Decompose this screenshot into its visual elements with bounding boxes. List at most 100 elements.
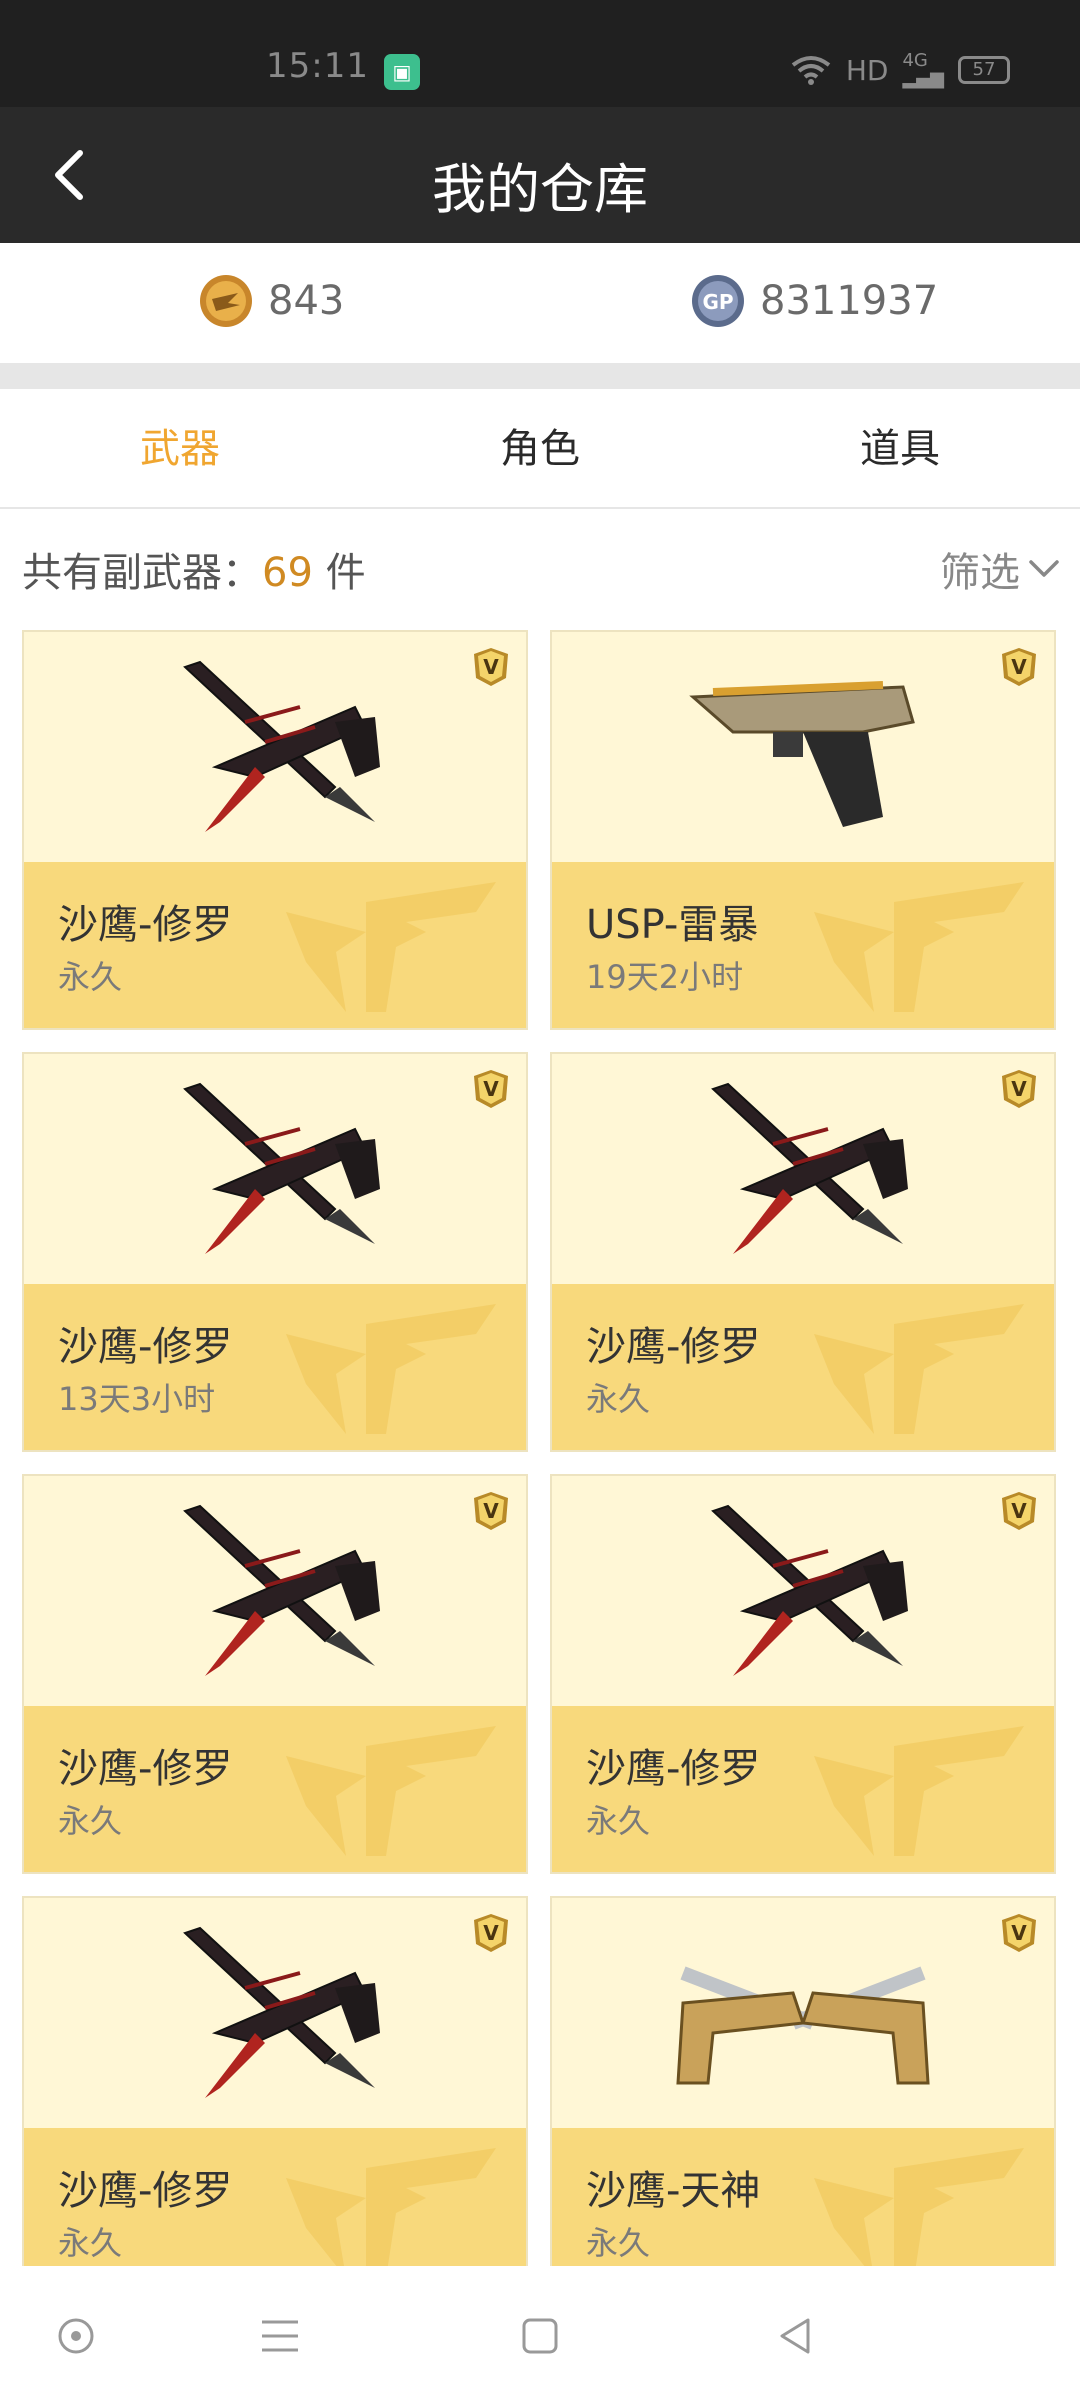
item-duration: 永久 (58, 2224, 123, 2262)
card-info: 沙鹰-修罗 永久 (552, 1706, 1054, 1872)
item-name: USP-雷暴 (586, 902, 759, 948)
square-icon (522, 2318, 558, 2354)
dark-pistol-blade-icon (711, 1504, 908, 1676)
count-suffix: 件 (312, 550, 366, 596)
vip-badge-icon: V (474, 648, 508, 686)
tab-items[interactable]: 道具 (720, 389, 1080, 507)
gp-points: GP 8311937 (690, 273, 938, 329)
system-nav-bar (0, 2266, 1080, 2400)
item-card[interactable]: V 沙鹰-修罗 13天3小时 (22, 1052, 528, 1452)
weapon-image (552, 1054, 1054, 1284)
filter-button[interactable]: 筛选 (940, 540, 1060, 598)
item-name: 沙鹰-修罗 (58, 902, 233, 948)
vip-badge-icon: V (1002, 1914, 1036, 1952)
status-bar: 15:11 ▣ HD 4G ▂▄▆ 57 (0, 0, 1080, 107)
svg-text:V: V (483, 1077, 499, 1101)
circle-dot-icon (58, 2318, 94, 2354)
gold-pistol-icon (689, 681, 915, 827)
card-info: USP-雷暴 19天2小时 (552, 862, 1054, 1028)
cf-logo-watermark (286, 1726, 496, 1856)
wifi-icon (791, 56, 831, 85)
item-card[interactable]: V 沙鹰-修罗 永久 (22, 1474, 528, 1874)
app-notification-icon: ▣ (384, 54, 420, 90)
vip-badge-icon: V (1002, 648, 1036, 686)
item-card[interactable]: V 沙鹰-修罗 永久 (550, 1052, 1056, 1452)
item-duration: 19天2小时 (586, 958, 744, 996)
cf-logo-watermark (814, 1304, 1024, 1434)
item-duration: 永久 (586, 2224, 651, 2262)
category-tabs: 武器 角色 道具 (0, 389, 1080, 509)
weapon-image (24, 632, 526, 862)
cf-logo-watermark (286, 2148, 496, 2266)
cf-logo-watermark (814, 882, 1024, 1012)
count-prefix: 共有副武器： (22, 550, 262, 596)
network-label: HD (845, 53, 889, 87)
cf-coin-icon (200, 275, 252, 327)
svg-text:V: V (1011, 1077, 1027, 1101)
svg-text:V: V (1011, 1499, 1027, 1523)
currency-row: 843 GP 8311937 (0, 243, 1080, 363)
card-info: 沙鹰-天神 永久 (552, 2128, 1054, 2266)
cf-logo-watermark (286, 882, 496, 1012)
dark-pistol-blade-icon (183, 1504, 380, 1676)
item-count: 共有副武器：69 件 (22, 540, 366, 598)
nav-back-button[interactable] (766, 2306, 826, 2366)
vip-badge-icon: V (474, 1914, 508, 1952)
item-name: 沙鹰-修罗 (586, 1324, 761, 1370)
vip-badge-icon: V (1002, 1070, 1036, 1108)
app-header: 我的仓库 (0, 107, 1080, 243)
triangle-back-icon (780, 2318, 810, 2354)
tab-weapons[interactable]: 武器 (0, 389, 360, 507)
svg-text:V: V (483, 1921, 499, 1945)
svg-text:V: V (1011, 655, 1027, 679)
item-name: 沙鹰-修罗 (58, 1324, 233, 1370)
status-time: 15:11 (266, 46, 369, 86)
cf-points-value: 843 (268, 278, 345, 324)
weapon-image (552, 632, 1054, 862)
cf-points: 843 (198, 273, 344, 329)
item-name: 沙鹰-修罗 (58, 2168, 233, 2214)
item-grid: V 沙鹰-修罗 永久 V USP-雷暴 19天2小时 V 沙鹰-修罗 13天3小… (22, 630, 1058, 2266)
cf-logo-watermark (814, 2148, 1024, 2266)
weapon-image (24, 1476, 526, 1706)
vip-badge-icon: V (474, 1070, 508, 1108)
item-card[interactable]: V 沙鹰-天神 永久 (550, 1896, 1056, 2266)
svg-text:V: V (483, 1499, 499, 1523)
item-card[interactable]: V 沙鹰-修罗 永久 (22, 630, 528, 1030)
nav-assistant-button[interactable] (46, 2306, 106, 2366)
svg-text:V: V (483, 655, 499, 679)
tab-characters[interactable]: 角色 (360, 389, 720, 507)
item-duration: 永久 (586, 1802, 651, 1840)
chevron-down-icon (1029, 560, 1059, 577)
nav-home-button[interactable] (510, 2306, 570, 2366)
weapon-image (552, 1476, 1054, 1706)
item-card[interactable]: V USP-雷暴 19天2小时 (550, 630, 1056, 1030)
dark-pistol-blade-icon (183, 1926, 380, 2098)
gp-coin-icon: GP (692, 275, 744, 327)
item-name: 沙鹰-修罗 (58, 1746, 233, 1792)
item-duration: 永久 (58, 958, 123, 996)
signal-label: 4G (902, 50, 928, 71)
nav-menu-button[interactable] (250, 2306, 310, 2366)
cf-logo-watermark (814, 1726, 1024, 1856)
svg-text:V: V (1011, 1921, 1027, 1945)
gp-points-value: 8311937 (760, 278, 939, 324)
card-info: 沙鹰-修罗 永久 (24, 2128, 526, 2266)
weapon-image (552, 1898, 1054, 2128)
count-number: 69 (262, 550, 313, 596)
card-info: 沙鹰-修罗 永久 (24, 1706, 526, 1872)
item-card[interactable]: V 沙鹰-修罗 永久 (550, 1474, 1056, 1874)
weapon-image (24, 1054, 526, 1284)
item-card[interactable]: V 沙鹰-修罗 永久 (22, 1896, 528, 2266)
item-duration: 13天3小时 (58, 1380, 216, 1418)
vip-badge-icon: V (474, 1492, 508, 1530)
dark-pistol-blade-icon (711, 1082, 908, 1254)
status-icons: HD 4G ▂▄▆ 57 (790, 52, 1010, 88)
item-name: 沙鹰-修罗 (586, 1746, 761, 1792)
vip-badge-icon: V (1002, 1492, 1036, 1530)
battery-icon: 57 (958, 56, 1010, 84)
section-divider (0, 363, 1080, 389)
card-info: 沙鹰-修罗 永久 (552, 1284, 1054, 1450)
dark-pistol-blade-icon (183, 1082, 380, 1254)
signal-icon: 4G ▂▄▆ (902, 50, 944, 89)
